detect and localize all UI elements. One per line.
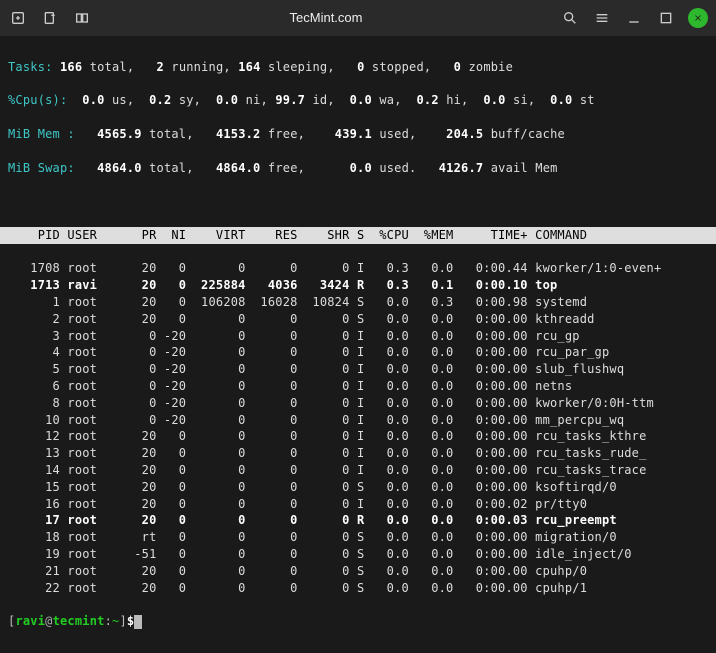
swap-line: MiB Swap: 4864.0 total, 4864.0 free, 0.0… [8, 160, 708, 177]
menu-icon[interactable] [592, 8, 612, 28]
column-header-row: PID USER PR NI VIRT RES SHR S %CPU %MEM … [0, 227, 716, 244]
process-row: 16 root 20 0 0 0 0 I 0.0 0.0 0:00.02 pr/… [8, 496, 708, 513]
window-titlebar: TecMint.com [0, 0, 716, 36]
process-row: 8 root 0 -20 0 0 0 I 0.0 0.0 0:00.00 kwo… [8, 395, 708, 412]
cursor-block [134, 615, 142, 629]
blank-line [8, 193, 708, 210]
process-row: 2 root 20 0 0 0 0 S 0.0 0.0 0:00.00 kthr… [8, 311, 708, 328]
process-row: 4 root 0 -20 0 0 0 I 0.0 0.0 0:00.00 rcu… [8, 344, 708, 361]
minimize-icon[interactable] [624, 8, 644, 28]
mem-line: MiB Mem : 4565.9 total, 4153.2 free, 439… [8, 126, 708, 143]
new-tab-icon[interactable] [8, 8, 28, 28]
process-row: 1713 ravi 20 0 225884 4036 3424 R 0.3 0.… [8, 277, 708, 294]
process-row: 1 root 20 0 106208 16028 10824 S 0.0 0.3… [8, 294, 708, 311]
process-row: 3 root 0 -20 0 0 0 I 0.0 0.0 0:00.00 rcu… [8, 328, 708, 345]
window-title: TecMint.com [290, 9, 363, 27]
swap-label: MiB Swap: [8, 161, 75, 175]
shell-prompt[interactable]: [ravi@tecmint:~]$ [8, 613, 708, 630]
process-row: 18 root rt 0 0 0 0 S 0.0 0.0 0:00.00 mig… [8, 529, 708, 546]
process-row: 6 root 0 -20 0 0 0 I 0.0 0.0 0:00.00 net… [8, 378, 708, 395]
maximize-icon[interactable] [656, 8, 676, 28]
process-row: 19 root -51 0 0 0 0 S 0.0 0.0 0:00.00 id… [8, 546, 708, 563]
close-icon[interactable] [688, 8, 708, 28]
tasks-line: Tasks: 166 total, 2 running, 164 sleepin… [8, 59, 708, 76]
search-icon[interactable] [560, 8, 580, 28]
cpu-line: %Cpu(s): 0.0 us, 0.2 sy, 0.0 ni, 99.7 id… [8, 92, 708, 109]
process-row: 1708 root 20 0 0 0 0 I 0.3 0.0 0:00.44 k… [8, 260, 708, 277]
process-row: 21 root 20 0 0 0 0 S 0.0 0.0 0:00.00 cpu… [8, 563, 708, 580]
process-list: 1708 root 20 0 0 0 0 I 0.3 0.0 0:00.44 k… [8, 260, 708, 596]
process-row: 10 root 0 -20 0 0 0 I 0.0 0.0 0:00.00 mm… [8, 412, 708, 429]
tasks-label: Tasks: [8, 60, 53, 74]
process-row: 14 root 20 0 0 0 0 I 0.0 0.0 0:00.00 rcu… [8, 462, 708, 479]
new-window-icon[interactable] [40, 8, 60, 28]
cpu-label: %Cpu(s): [8, 93, 67, 107]
process-row: 5 root 0 -20 0 0 0 I 0.0 0.0 0:00.00 slu… [8, 361, 708, 378]
process-row: 22 root 20 0 0 0 0 S 0.0 0.0 0:00.00 cpu… [8, 580, 708, 597]
process-row: 12 root 20 0 0 0 0 I 0.0 0.0 0:00.00 rcu… [8, 428, 708, 445]
process-row: 13 root 20 0 0 0 0 I 0.0 0.0 0:00.00 rcu… [8, 445, 708, 462]
process-row: 15 root 20 0 0 0 0 S 0.0 0.0 0:00.00 kso… [8, 479, 708, 496]
split-icon[interactable] [72, 8, 92, 28]
mem-label: MiB Mem : [8, 127, 75, 141]
process-row: 17 root 20 0 0 0 0 R 0.0 0.0 0:00.03 rcu… [8, 512, 708, 529]
terminal-output[interactable]: Tasks: 166 total, 2 running, 164 sleepin… [0, 36, 716, 653]
